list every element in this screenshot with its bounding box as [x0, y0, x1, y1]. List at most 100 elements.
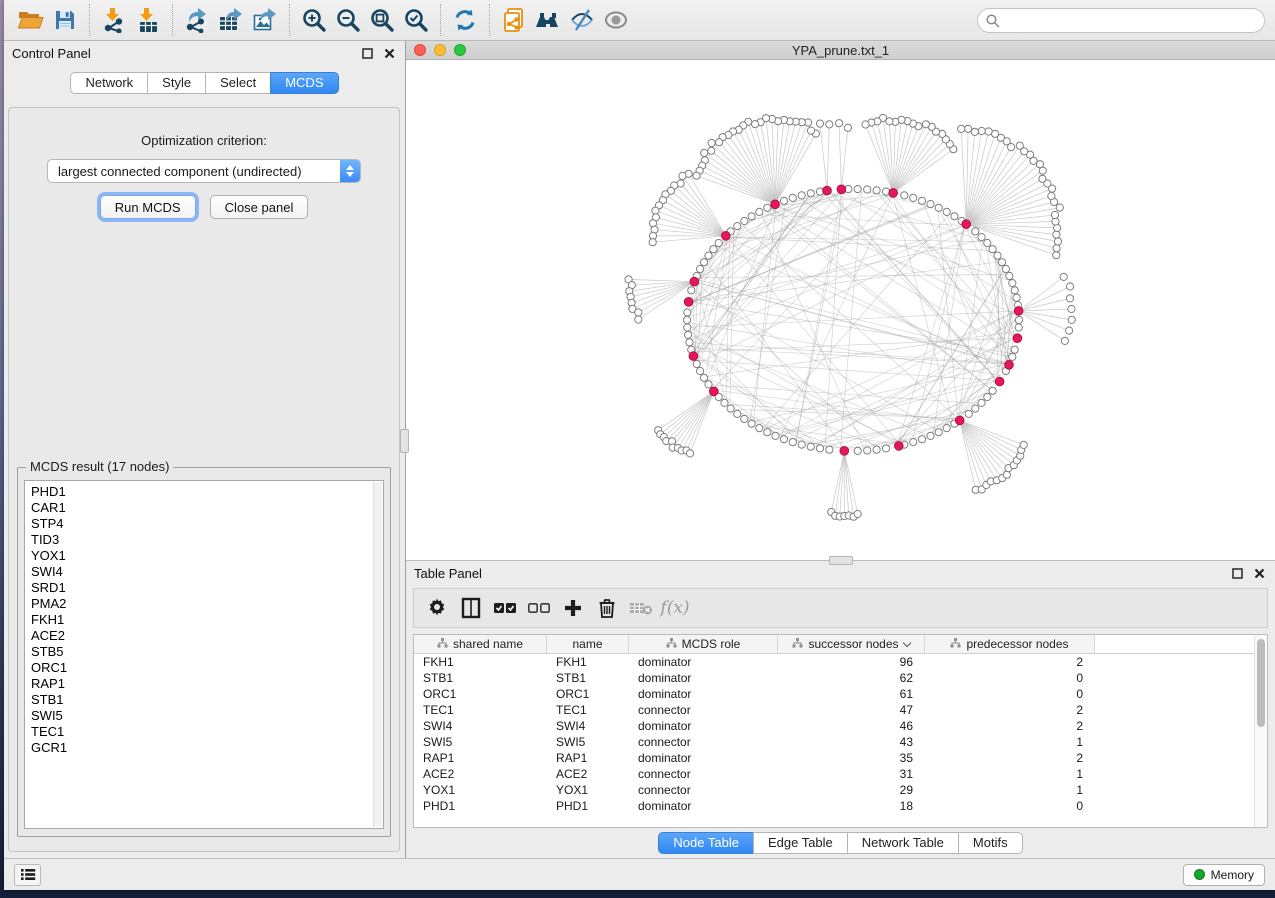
network-node[interactable]	[684, 324, 691, 331]
tab-node-table[interactable]: Node Table	[658, 832, 754, 854]
network-node[interactable]	[1053, 252, 1060, 259]
network-node[interactable]	[1053, 231, 1060, 238]
mcds-result-item[interactable]: CAR1	[31, 500, 383, 516]
network-from-table-icon[interactable]	[497, 3, 531, 37]
column-header-MCDS-role[interactable]: MCDS role	[629, 635, 778, 653]
network-node[interactable]	[789, 194, 796, 201]
mcds-result-item[interactable]: STB5	[31, 644, 383, 660]
network-node[interactable]	[965, 125, 972, 132]
network-node[interactable]	[864, 186, 871, 193]
network-node[interactable]	[798, 192, 805, 199]
network-dominator-node[interactable]	[962, 220, 971, 229]
network-node[interactable]	[882, 188, 889, 195]
mcds-result-item[interactable]: YOX1	[31, 548, 383, 564]
network-node[interactable]	[826, 446, 833, 453]
horizontal-splitter-handle[interactable]	[829, 556, 853, 565]
close-table-panel-icon[interactable]	[1251, 565, 1267, 581]
criterion-dropdown[interactable]: largest connected component (undirected)	[47, 159, 361, 183]
network-node[interactable]	[1039, 175, 1046, 182]
network-node[interactable]	[652, 207, 659, 214]
network-node[interactable]	[985, 128, 992, 135]
float-table-panel-icon[interactable]	[1229, 565, 1245, 581]
network-node[interactable]	[1009, 280, 1016, 287]
network-node[interactable]	[854, 447, 861, 454]
network-node[interactable]	[684, 309, 691, 316]
hide-graphics-details-icon[interactable]	[565, 3, 599, 37]
mcds-result-item[interactable]: TEC1	[31, 724, 383, 740]
network-dominator-node[interactable]	[1005, 361, 1014, 370]
network-node[interactable]	[1060, 273, 1067, 280]
table-row[interactable]: TEC1TEC1connector472	[414, 702, 1267, 718]
network-dominator-node[interactable]	[995, 377, 1004, 386]
network-node[interactable]	[873, 446, 880, 453]
network-node[interactable]	[1068, 305, 1075, 312]
export-network-icon[interactable]	[180, 3, 214, 37]
network-node[interactable]	[910, 439, 917, 446]
open-session-icon[interactable]	[14, 3, 48, 37]
delete-table-icon[interactable]	[626, 593, 656, 623]
network-dominator-node[interactable]	[722, 232, 731, 241]
network-dominator-node[interactable]	[1013, 334, 1022, 343]
node-table[interactable]: shared namenameMCDS rolesuccessor nodesp…	[413, 634, 1268, 828]
network-node[interactable]	[978, 399, 985, 406]
network-dominator-node[interactable]	[889, 189, 898, 198]
network-dominator-node[interactable]	[684, 298, 693, 307]
network-node[interactable]	[741, 217, 748, 224]
network-dominator-node[interactable]	[895, 442, 904, 451]
save-session-icon[interactable]	[48, 3, 82, 37]
network-node[interactable]	[649, 239, 656, 246]
network-node[interactable]	[1056, 204, 1063, 211]
column-layout-icon[interactable]	[456, 593, 486, 623]
zoom-fit-icon[interactable]	[365, 3, 399, 37]
network-node[interactable]	[697, 265, 704, 272]
network-node[interactable]	[989, 387, 996, 394]
tab-style[interactable]: Style	[147, 72, 206, 94]
float-panel-icon[interactable]	[359, 45, 375, 61]
network-node[interactable]	[816, 445, 823, 452]
network-node[interactable]	[635, 309, 642, 316]
mcds-result-item[interactable]: TID3	[31, 532, 383, 548]
network-node[interactable]	[958, 125, 965, 132]
delete-column-icon[interactable]	[592, 593, 622, 623]
network-node[interactable]	[935, 429, 942, 436]
network-node[interactable]	[708, 147, 715, 154]
network-node[interactable]	[910, 194, 917, 201]
table-row[interactable]: ORC1ORC1dominator610	[414, 686, 1267, 702]
network-search-input[interactable]	[977, 8, 1265, 33]
column-header-name[interactable]: name	[547, 635, 629, 653]
table-row[interactable]: PHD1PHD1dominator180	[414, 798, 1267, 814]
network-window-titlebar[interactable]: YPA_prune.txt_1	[406, 41, 1275, 60]
network-node[interactable]	[972, 228, 979, 235]
memory-button[interactable]: Memory	[1183, 864, 1265, 886]
network-node[interactable]	[864, 447, 871, 454]
network-dominator-node[interactable]	[837, 185, 846, 194]
zoom-selected-icon[interactable]	[399, 3, 433, 37]
mcds-list-scrollbar[interactable]	[373, 482, 382, 827]
network-node[interactable]	[1051, 211, 1058, 218]
network-node[interactable]	[798, 441, 805, 448]
table-row[interactable]: STB1STB1dominator620	[414, 670, 1267, 686]
select-all-icon[interactable]	[490, 593, 520, 623]
mcds-result-item[interactable]: PHD1	[31, 484, 383, 500]
network-node[interactable]	[927, 432, 934, 439]
run-mcds-button[interactable]: Run MCDS	[100, 195, 196, 219]
network-node[interactable]	[679, 172, 686, 179]
network-node[interactable]	[741, 415, 748, 422]
network-node[interactable]	[693, 360, 700, 367]
tab-network[interactable]: Network	[70, 72, 148, 94]
close-panel-button[interactable]: Close panel	[210, 195, 309, 219]
network-node[interactable]	[972, 405, 979, 412]
network-node[interactable]	[901, 192, 908, 199]
tab-edge-table[interactable]: Edge Table	[753, 832, 848, 854]
mcds-result-item[interactable]: PMA2	[31, 596, 383, 612]
network-node[interactable]	[918, 197, 925, 204]
network-node[interactable]	[780, 197, 787, 204]
network-node[interactable]	[686, 339, 693, 346]
network-node[interactable]	[1066, 327, 1073, 334]
network-node[interactable]	[705, 381, 712, 388]
network-node[interactable]	[715, 239, 722, 246]
network-node[interactable]	[700, 259, 707, 266]
mcds-result-list[interactable]: PHD1CAR1STP4TID3YOX1SWI4SRD1PMA2FKH1ACE2…	[24, 480, 384, 829]
network-canvas[interactable]	[406, 60, 1275, 560]
network-node[interactable]	[1003, 471, 1010, 478]
